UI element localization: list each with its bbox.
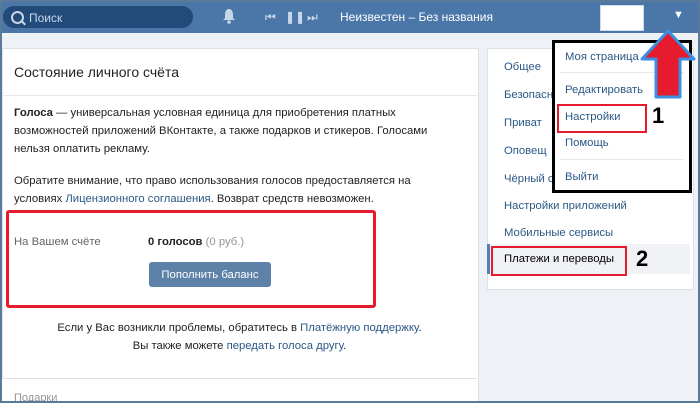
next-track-icon[interactable]: ⏭ xyxy=(307,10,318,25)
top-bar: ⏮ ❚❚ ⏭ Неизвестен – Без названия ▼ xyxy=(0,0,700,33)
menu-item-security[interactable]: Безопасн xyxy=(504,89,553,101)
search-box[interactable] xyxy=(3,6,193,28)
para-1-text-a: — универсальная условная единица для при… xyxy=(52,107,396,119)
annotation-highlight-payments xyxy=(491,246,627,276)
menu-item-privacy[interactable]: Приват xyxy=(504,117,542,129)
payment-support-link[interactable]: Платёжную поддержку xyxy=(300,322,418,334)
avatar[interactable] xyxy=(600,5,644,31)
dropdown-item-edit[interactable]: Редактировать xyxy=(565,84,643,96)
menu-item-notifications[interactable]: Оповещ xyxy=(504,145,547,157)
para-2-post: . Возврат средств невозможен. xyxy=(210,193,374,205)
prev-track-icon[interactable]: ⏮ xyxy=(265,10,276,25)
annotation-number-1: 1 xyxy=(652,103,665,128)
help-line-2: Вы также можете передать голоса другу. xyxy=(2,340,477,352)
votes-term: Голоса xyxy=(14,107,53,119)
dropdown-item-logout[interactable]: Выйти xyxy=(565,171,598,183)
arrow-up-icon xyxy=(640,29,696,99)
help-2-pre: Вы также можете xyxy=(132,340,227,352)
menu-item-general[interactable]: Общее xyxy=(504,61,541,73)
para-1-line-3: нельзя оплатить рекламу. xyxy=(14,143,150,155)
track-title[interactable]: Неизвестен – Без названия xyxy=(340,10,493,24)
annotation-number-2: 2 xyxy=(636,246,649,271)
search-icon xyxy=(11,11,24,24)
menu-item-app-settings[interactable]: Настройки приложений xyxy=(504,200,627,212)
help-2-post: . xyxy=(343,340,347,352)
para-1-line-1: Голоса — универсальная условная единица … xyxy=(14,104,396,122)
dropdown-item-help[interactable]: Помощь xyxy=(565,137,609,149)
dropdown-item-my-page[interactable]: Моя страница xyxy=(565,51,639,63)
chevron-down-icon[interactable]: ▼ xyxy=(673,9,684,21)
next-section xyxy=(2,378,477,403)
para-2-pre: условиях xyxy=(14,193,66,205)
transfer-votes-link[interactable]: передать голоса другу xyxy=(227,340,344,352)
divider xyxy=(2,95,477,96)
menu-item-blacklist[interactable]: Чёрный с xyxy=(504,173,554,185)
help-1-post: . xyxy=(418,322,422,334)
screen: ⏮ ❚❚ ⏭ Неизвестен – Без названия ▼ Состо… xyxy=(0,0,700,403)
next-section-title: Подарки xyxy=(14,392,58,403)
annotation-highlight-balance xyxy=(6,210,376,308)
help-1-pre: Если у Вас возникли проблемы, обратитесь… xyxy=(57,322,301,334)
dropdown-divider xyxy=(560,159,684,160)
menu-item-mobile[interactable]: Мобильные сервисы xyxy=(504,227,613,239)
para-2-line-1: Обратите внимание, что право использован… xyxy=(14,175,411,187)
para-2-line-2: условиях Лицензионного соглашения. Возвр… xyxy=(14,190,374,208)
license-link[interactable]: Лицензионного соглашения xyxy=(65,193,210,205)
help-line-1: Если у Вас возникли проблемы, обратитесь… xyxy=(2,322,477,334)
search-input[interactable] xyxy=(27,9,191,27)
panel-title: Состояние личного счёта xyxy=(14,64,179,80)
pause-icon[interactable]: ❚❚ xyxy=(285,10,305,24)
bell-icon[interactable] xyxy=(222,8,236,24)
para-1-line-2: возможностей приложений ВКонтакте, а так… xyxy=(14,125,428,137)
annotation-highlight-settings xyxy=(557,104,647,133)
